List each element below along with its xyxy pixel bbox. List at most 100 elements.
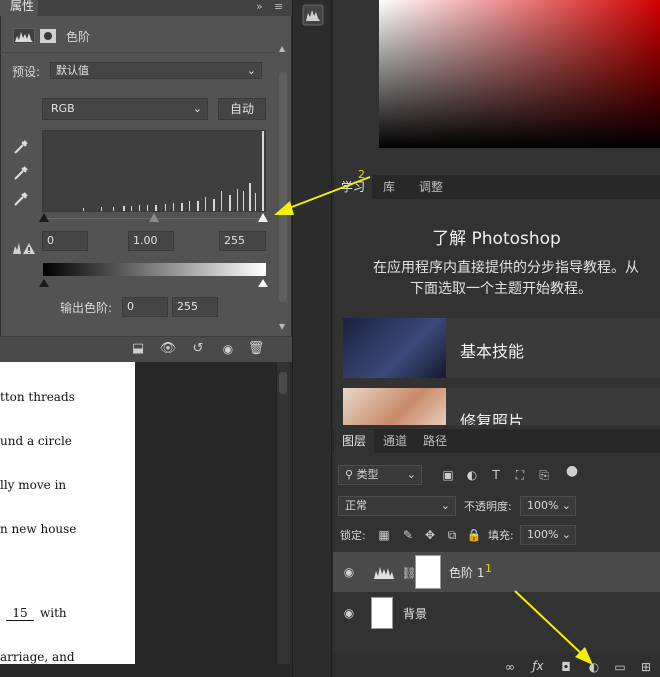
layers-footer [333, 653, 660, 677]
chevron-down-icon: ⌄ [561, 528, 571, 541]
chevron-down-icon: ⌄ [192, 102, 202, 115]
layer-thumbnail [371, 597, 393, 629]
preset-dropdown[interactable]: 默认值 ⌄ [50, 62, 262, 79]
folder-icon[interactable]: ▭ [612, 659, 628, 675]
annotation-arrow-1 [514, 590, 593, 665]
opacity-field[interactable]: 100% ⌄ [520, 496, 576, 516]
output-white-field[interactable]: 255 [172, 297, 218, 317]
photoshop-workspace: tton threads und a circle lly move in n … [0, 0, 660, 677]
black-eyedropper-icon[interactable] [12, 138, 30, 156]
adjustment-layer-filter-icon[interactable]: ◐ [464, 467, 480, 483]
divider [0, 52, 276, 53]
tutorial-label: 基本技能 [460, 342, 525, 361]
channel-dropdown[interactable]: RGB ⌄ [42, 98, 208, 120]
fill-label: 填充: [488, 529, 514, 542]
doc-line: n new house [0, 522, 77, 536]
lock-all-icon[interactable]: 🔒 [466, 527, 482, 543]
reset-icon[interactable]: ↺ [188, 340, 208, 358]
opacity-label: 不透明度: [464, 500, 512, 513]
input-white-field[interactable]: 255 [219, 231, 266, 251]
tutorial-card[interactable]: 基本技能 [343, 318, 660, 378]
learn-description-line: 在应用程序内直接提供的分步指导教程。从 [373, 260, 639, 276]
clip-to-layer-icon[interactable]: ⬓ [128, 340, 148, 358]
pixel-layer-filter-icon[interactable]: ▣ [440, 467, 456, 483]
output-white-slider[interactable] [258, 279, 268, 287]
document-scrollbar[interactable] [276, 362, 290, 664]
tab-layers[interactable]: 图层 [334, 429, 374, 453]
tab-adjustments[interactable]: 调整 [410, 175, 452, 199]
chevron-down-icon: ⌄ [406, 468, 416, 481]
lock-position-icon[interactable]: ✥ [422, 527, 438, 543]
trash-icon[interactable]: 🗑 [246, 340, 266, 358]
tutorial-card[interactable]: 修复照片 [343, 388, 660, 425]
learn-description: 在应用程序内直接提供的分步指导教程。从 下面选取一个主题开始教程。 [336, 258, 660, 300]
gray-eyedropper-icon[interactable] [12, 164, 30, 182]
collapse-panel-icon[interactable]: » [256, 0, 263, 14]
doc-line: with [40, 606, 67, 620]
visibility-eye-icon[interactable]: ◉ [218, 340, 238, 358]
learn-description-line: 下面选取一个主题开始教程。 [410, 281, 592, 297]
levels-icon [12, 27, 36, 45]
histogram-warning-icon[interactable] [12, 240, 36, 256]
document-page: tton threads und a circle lly move in n … [0, 362, 135, 664]
levels-icon [373, 564, 397, 580]
tab-paths[interactable]: 路径 [418, 429, 452, 453]
tutorial-thumbnail [343, 388, 446, 425]
layer-mask-thumbnail[interactable] [415, 555, 441, 589]
channel-value: RGB [51, 102, 75, 115]
chevron-down-icon: ⌄ [561, 499, 571, 512]
auto-button[interactable]: 自动 [218, 98, 266, 120]
panel-menu-icon[interactable]: ≡ [274, 0, 283, 14]
shape-layer-filter-icon[interactable]: ⛶ [512, 467, 528, 483]
chevron-down-icon: ⌄ [246, 64, 256, 77]
visibility-eye-icon[interactable]: ◉ [341, 605, 357, 621]
lock-image-icon[interactable]: ✎ [400, 527, 416, 543]
input-black-slider[interactable] [39, 213, 49, 222]
layer-filter-value: 类型 [356, 468, 379, 481]
annotation-arrow-2 [274, 176, 371, 215]
new-layer-icon[interactable]: ⊞ [638, 659, 654, 675]
layer-name[interactable]: 色阶 1 [449, 564, 484, 581]
layers-panel [333, 425, 660, 677]
tutorial-thumbnail [343, 318, 446, 378]
output-levels-label: 输出色阶: [60, 301, 113, 315]
scroll-up-icon[interactable]: ▲ [279, 44, 285, 53]
annotation-number-1: 1 [485, 562, 492, 575]
search-icon: ⚲ [345, 468, 354, 481]
input-gamma-field[interactable]: 1.00 [128, 231, 174, 251]
layer-row-levels[interactable]: ◉ ⛓ 色阶 1 1 [333, 552, 660, 592]
layer-name[interactable]: 背景 [403, 605, 427, 622]
view-previous-icon[interactable]: 👁 [158, 340, 178, 358]
chevron-down-icon: ⌄ [440, 499, 450, 512]
layer-row-background[interactable]: ◉ 背景 [333, 593, 660, 633]
fill-field[interactable]: 100% ⌄ [520, 525, 576, 545]
lock-transparent-icon[interactable]: ▦ [376, 527, 392, 543]
blend-mode-value: 正常 [345, 499, 367, 512]
output-gradient-bar [43, 263, 266, 276]
color-picker-field[interactable] [379, 0, 660, 148]
levels-histogram [42, 130, 266, 212]
output-black-field[interactable]: 0 [122, 297, 168, 317]
layer-filter-dropdown[interactable]: ⚲ 类型 ⌄ [338, 465, 422, 485]
scroll-down-icon[interactable]: ▼ [279, 322, 285, 331]
type-layer-filter-icon[interactable]: T [488, 467, 504, 483]
tutorial-label: 修复照片 [460, 412, 525, 425]
visibility-eye-icon[interactable]: ◉ [341, 564, 357, 580]
histogram-panel-icon[interactable] [302, 4, 324, 26]
white-eyedropper-icon[interactable] [12, 190, 30, 208]
tab-properties[interactable]: 属性 [0, 0, 38, 16]
doc-line: tton threads [0, 390, 75, 404]
blend-mode-dropdown[interactable]: 正常 ⌄ [338, 496, 456, 516]
smart-object-filter-icon[interactable]: ⎘ [536, 467, 552, 483]
input-gamma-slider[interactable] [149, 213, 159, 222]
preset-value: 默认值 [56, 64, 89, 77]
panel-icon-strip [292, 0, 332, 677]
mask-icon[interactable] [40, 29, 56, 43]
filter-toggle-icon[interactable]: ● [564, 463, 580, 479]
output-black-slider[interactable] [39, 279, 49, 287]
lock-artboard-icon[interactable]: ⧉ [444, 527, 460, 543]
tab-channels[interactable]: 通道 [378, 429, 412, 453]
document-scrollbar-thumb[interactable] [279, 372, 287, 394]
annotation-number-2: 2 [358, 168, 365, 181]
input-black-field[interactable]: 0 [42, 231, 88, 251]
